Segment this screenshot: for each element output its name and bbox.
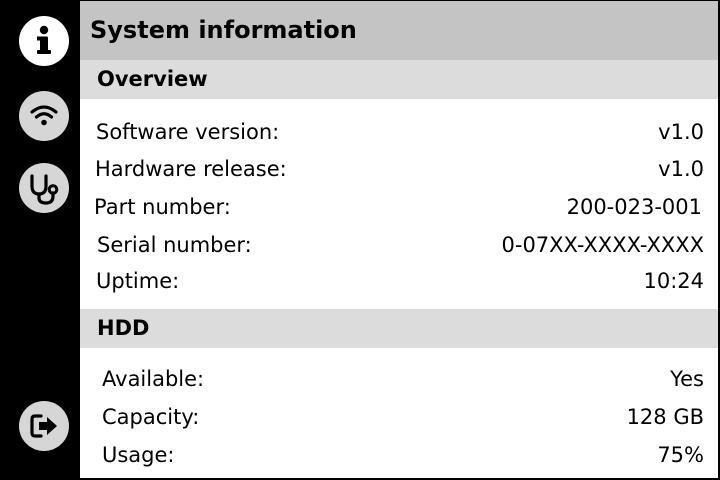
hdd-section-header: HDD xyxy=(80,309,718,348)
nav-wifi-button[interactable] xyxy=(19,91,69,141)
row-value: v1.0 xyxy=(658,120,704,144)
main-panel: System information Overview Software ver… xyxy=(80,1,718,478)
info-row-hardware-release: Hardware release: v1.0 xyxy=(80,154,718,184)
stethoscope-icon xyxy=(30,174,59,205)
info-icon xyxy=(37,25,51,54)
row-value: Yes xyxy=(670,367,704,391)
title-bar: System information xyxy=(80,1,718,60)
row-value: 0-07XX-XXXX-XXXX xyxy=(501,233,705,257)
info-row-serial-number: Serial number: 0-07XX-XXXX-XXXX xyxy=(80,230,718,260)
row-label: Part number: xyxy=(94,195,231,219)
overview-section-header: Overview xyxy=(80,60,718,99)
info-row-uptime: Uptime: 10:24 xyxy=(80,266,718,296)
row-value: 75% xyxy=(657,443,704,467)
row-label: Uptime: xyxy=(96,269,180,293)
row-value: 128 GB xyxy=(626,405,704,429)
nav-info-button[interactable] xyxy=(19,16,69,66)
info-row-part-number: Part number: 200-023-001 xyxy=(80,192,718,222)
row-value: v1.0 xyxy=(658,157,704,181)
row-label: Software version: xyxy=(96,120,280,144)
row-value: 200-023-001 xyxy=(566,195,702,219)
nav-diagnostics-button[interactable] xyxy=(19,163,69,213)
row-label: Capacity: xyxy=(102,405,200,429)
hdd-section-title: HDD xyxy=(97,316,150,340)
row-value: 10:24 xyxy=(643,269,704,293)
wifi-icon xyxy=(30,105,58,126)
row-label: Available: xyxy=(102,367,205,391)
row-label: Usage: xyxy=(102,443,175,467)
row-label: Hardware release: xyxy=(95,157,287,181)
overview-section-title: Overview xyxy=(97,67,208,91)
info-row-software-version: Software version: v1.0 xyxy=(80,117,718,147)
info-row-capacity: Capacity: 128 GB xyxy=(80,402,718,432)
sidebar xyxy=(0,0,80,480)
info-row-available: Available: Yes xyxy=(80,364,718,394)
logout-button[interactable] xyxy=(19,401,69,451)
page-title: System information xyxy=(90,16,357,44)
row-label: Serial number: xyxy=(97,233,252,257)
info-row-usage: Usage: 75% xyxy=(80,440,718,470)
logout-icon xyxy=(30,414,57,438)
